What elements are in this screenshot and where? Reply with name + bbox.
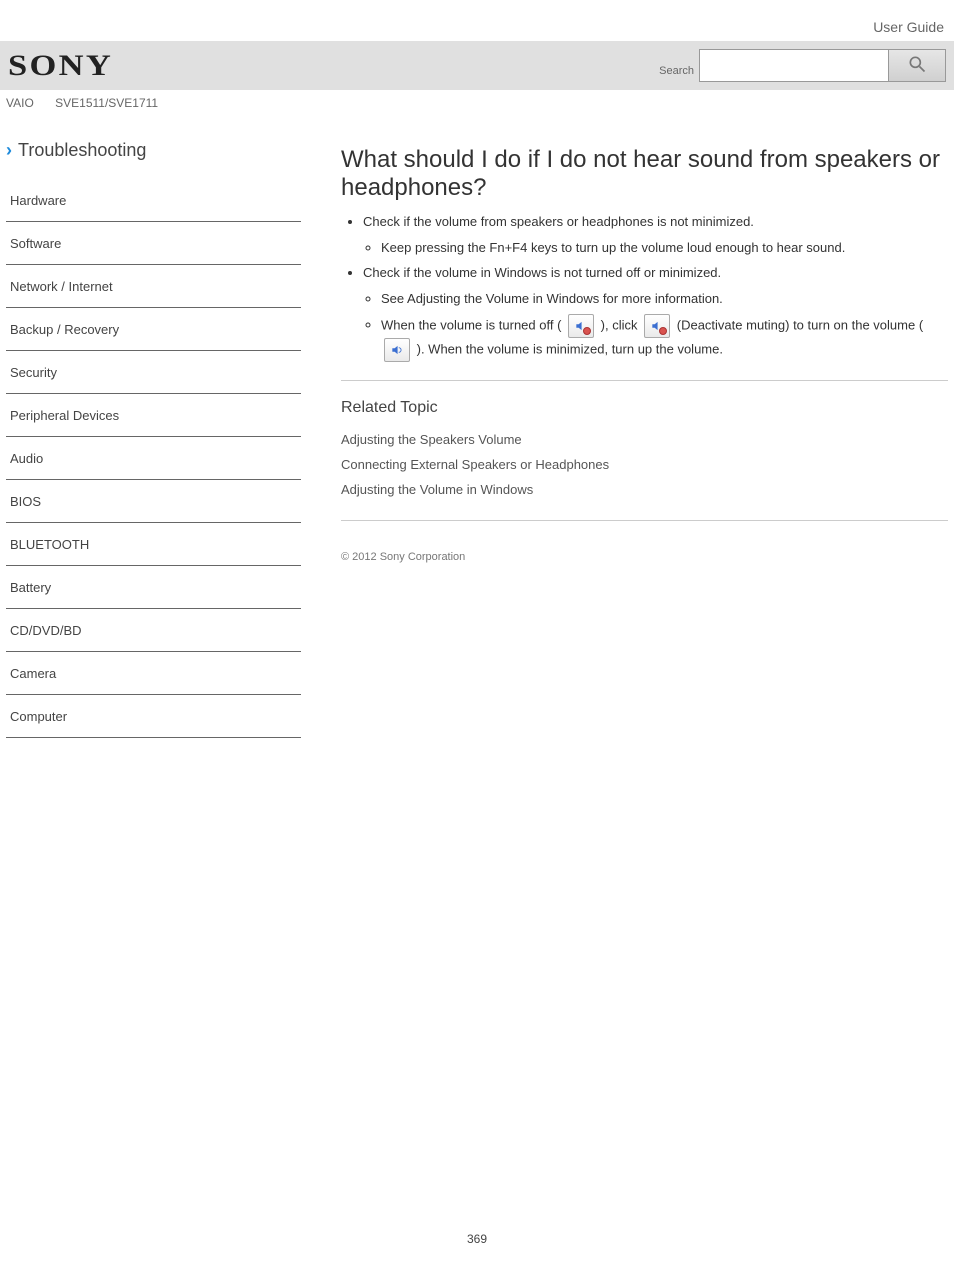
related-heading: Related Topic	[341, 399, 948, 417]
sidebar-item-hardware[interactable]: Hardware	[6, 179, 301, 222]
bullet-sub-item: When the volume is turned off ( ), click…	[381, 314, 948, 362]
sidebar-item-software[interactable]: Software	[6, 222, 301, 265]
related-item[interactable]: Connecting External Speakers or Headphon…	[341, 452, 948, 477]
model-series: SVE1511/SVE1711	[55, 96, 158, 110]
search-wrap	[699, 49, 946, 82]
speaker-volume-icon	[384, 338, 410, 362]
divider	[341, 380, 948, 381]
bullet-text: When the volume is turned off (	[381, 317, 561, 332]
sidebar-item-disc[interactable]: CD/DVD/BD	[6, 609, 301, 652]
divider	[341, 520, 948, 521]
bullet-item: Check if the volume from speakers or hea…	[363, 212, 948, 232]
bullet-text: (Deactivate muting) to turn on the volum…	[677, 317, 919, 332]
article-bullets: Check if the volume from speakers or hea…	[363, 212, 948, 362]
related-item[interactable]: Adjusting the Volume in Windows	[341, 477, 948, 502]
header-bar: SONY Search	[0, 41, 954, 90]
sidebar-item-battery[interactable]: Battery	[6, 566, 301, 609]
sidebar-item-camera[interactable]: Camera	[6, 652, 301, 695]
magnifier-icon	[907, 54, 927, 77]
bullet-text: (	[919, 317, 923, 332]
page-number: 369	[0, 1232, 954, 1246]
speaker-muted-icon	[644, 314, 670, 338]
search-button[interactable]	[889, 49, 946, 82]
sidebar-item-backup[interactable]: Backup / Recovery	[6, 308, 301, 351]
sony-logo: SONY	[8, 49, 113, 83]
model-row: VAIO SVE1511/SVE1711	[0, 90, 954, 110]
sidebar-item-bios[interactable]: BIOS	[6, 480, 301, 523]
model-brand: VAIO	[6, 96, 34, 110]
guide-title: User Guide	[873, 19, 944, 35]
sidebar-item-bluetooth[interactable]: BLUETOOTH	[6, 523, 301, 566]
search-input[interactable]	[699, 49, 889, 82]
search-label: Search	[659, 65, 694, 77]
sidebar-heading[interactable]: › Troubleshooting	[6, 140, 301, 161]
sidebar-item-computer[interactable]: Computer	[6, 695, 301, 738]
sidebar-item-security[interactable]: Security	[6, 351, 301, 394]
bullet-text: ), click	[601, 317, 641, 332]
related-list: Adjusting the Speakers Volume Connecting…	[341, 427, 948, 502]
related-item[interactable]: Adjusting the Speakers Volume	[341, 427, 948, 452]
bullet-sub-item: See Adjusting the Volume in Windows for …	[381, 289, 948, 309]
speaker-muted-icon	[568, 314, 594, 338]
bullet-text: ). When the volume is minimized, turn up…	[417, 341, 723, 356]
sidebar-item-network[interactable]: Network / Internet	[6, 265, 301, 308]
article-title: What should I do if I do not hear sound …	[341, 146, 948, 202]
chevron-right-icon: ›	[6, 140, 12, 161]
sidebar-item-peripheral[interactable]: Peripheral Devices	[6, 394, 301, 437]
copyright: © 2012 Sony Corporation	[341, 551, 948, 563]
sidebar-heading-label: Troubleshooting	[18, 140, 146, 161]
sidebar: › Troubleshooting Hardware Software Netw…	[6, 140, 301, 738]
main-content: What should I do if I do not hear sound …	[301, 140, 948, 738]
bullet-item: Check if the volume in Windows is not tu…	[363, 263, 948, 283]
bullet-sub-item: Keep pressing the Fn+F4 keys to turn up …	[381, 238, 948, 258]
sidebar-item-audio[interactable]: Audio	[6, 437, 301, 480]
